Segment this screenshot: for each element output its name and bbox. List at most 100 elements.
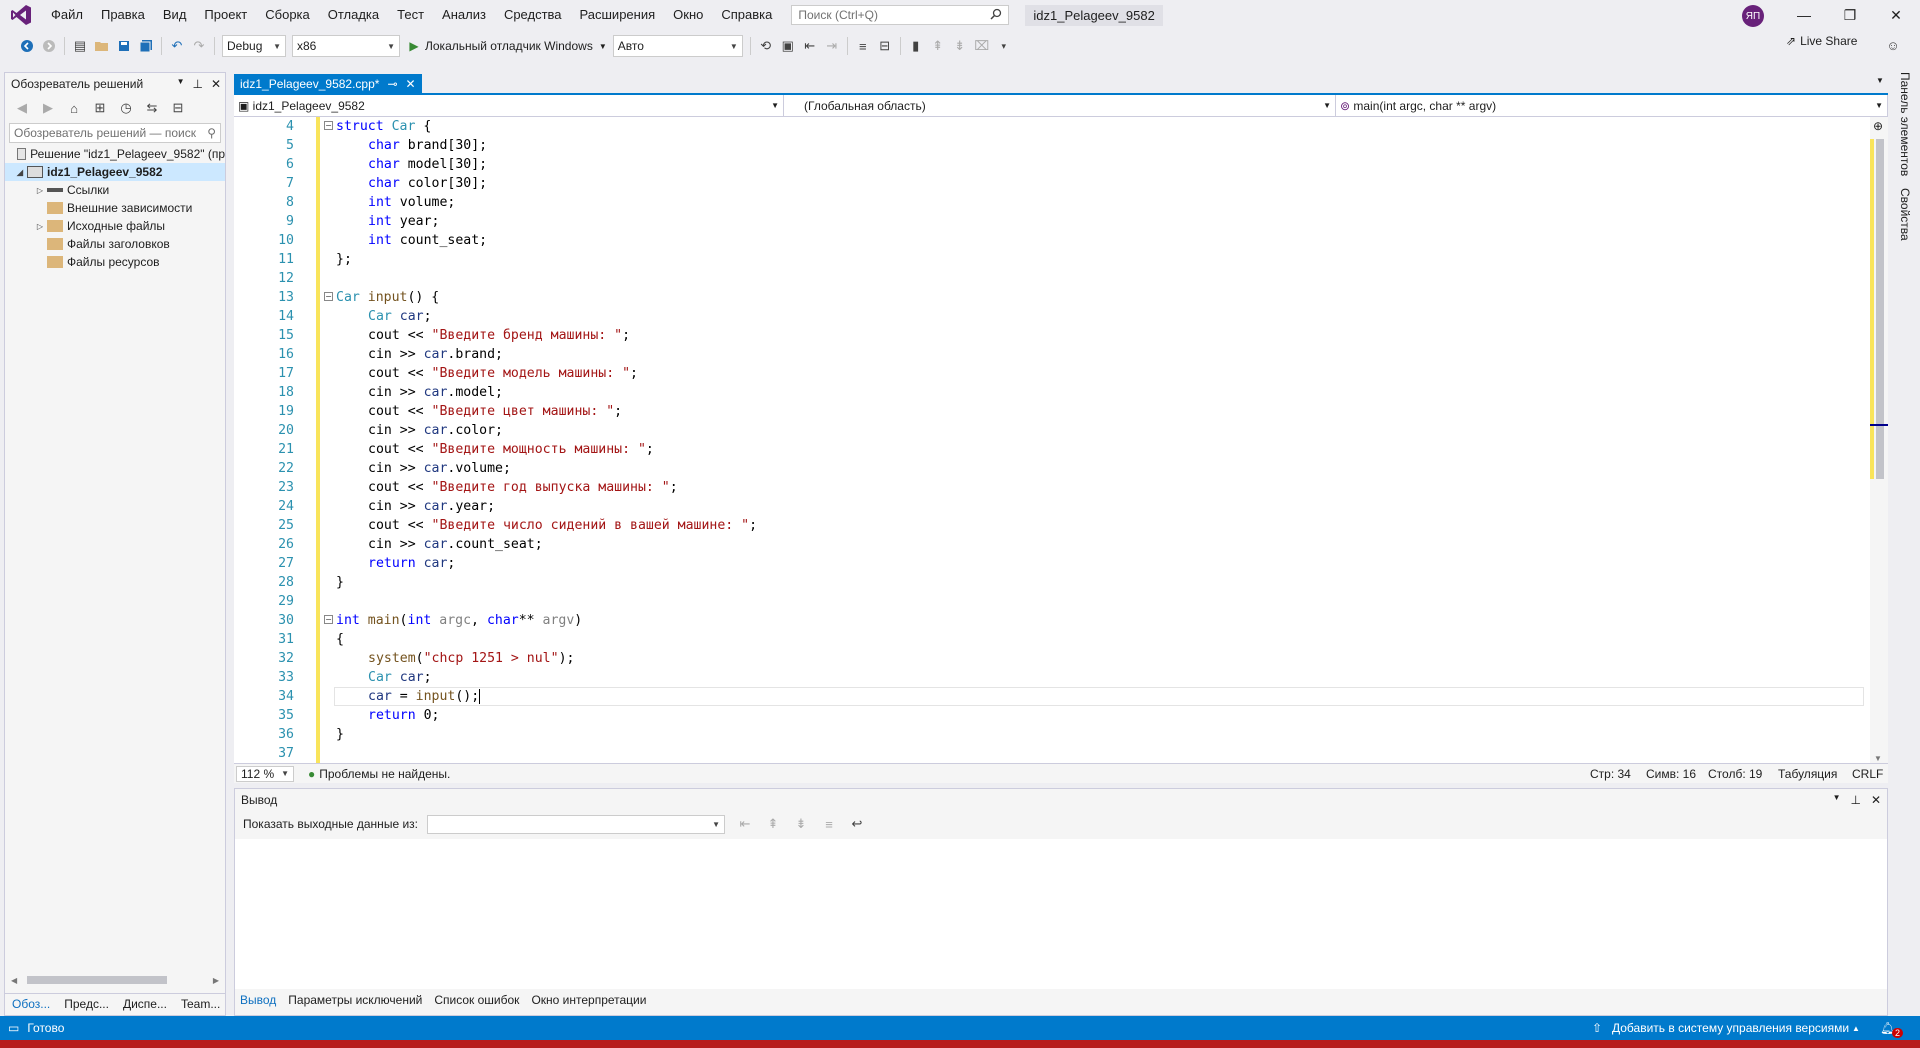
tab-immediate-window[interactable]: Окно интерпретации <box>525 990 652 1012</box>
chevron-down-icon[interactable]: ▼ <box>599 42 607 51</box>
sync-icon[interactable]: ⇆ <box>141 97 163 119</box>
fold-icon[interactable]: − <box>324 121 333 130</box>
member-nav-select[interactable]: ⊚ main(int argc, char ** argv) ▼ <box>1336 95 1888 116</box>
menu-tools[interactable]: Средства <box>495 0 571 30</box>
forward-icon[interactable] <box>38 35 60 57</box>
toolbar-options-icon[interactable]: ▾ <box>993 35 1015 57</box>
menu-window[interactable]: Окно <box>664 0 712 30</box>
collapse-all-icon[interactable]: ⊟ <box>167 97 189 119</box>
fold-icon[interactable]: − <box>324 615 333 624</box>
source-control-button[interactable]: Добавить в систему управления версиями <box>1612 1021 1849 1035</box>
redo-icon[interactable]: ↷ <box>188 35 210 57</box>
output-source-select[interactable]: ▼ <box>426 814 725 834</box>
step-over-icon[interactable]: ⇥ <box>821 35 843 57</box>
tab-overflow-icon[interactable]: ▼ <box>1876 76 1884 85</box>
scrollbar-thumb[interactable] <box>27 976 168 984</box>
horizontal-scrollbar[interactable]: ◀ ▶ <box>11 975 219 985</box>
forward-icon[interactable]: ▶ <box>37 97 59 119</box>
tree-item-headers[interactable]: Файлы заголовков <box>5 235 225 253</box>
save-all-icon[interactable] <box>135 35 157 57</box>
solution-config-select[interactable]: Авто ▼ <box>612 35 743 57</box>
debugger-button[interactable]: Локальный отладчик Windows <box>425 39 593 53</box>
fold-icon[interactable]: − <box>324 292 333 301</box>
avatar[interactable]: ЯП <box>1742 5 1764 27</box>
pin-icon[interactable]: ⊥ <box>1850 793 1860 807</box>
menu-edit[interactable]: Правка <box>92 0 154 30</box>
solution-search-input[interactable]: Обозреватель решений — поиск ⚲ <box>9 123 221 143</box>
code-editor[interactable]: 4− struct Car { 5 char brand[30]; 6 char mo… <box>234 117 1870 763</box>
prev-message-icon[interactable]: ⇞ <box>762 813 784 835</box>
menu-view[interactable]: Вид <box>154 0 196 30</box>
window-position-icon[interactable]: ▼ <box>1833 793 1841 807</box>
close-icon[interactable]: ✕ <box>1871 793 1881 807</box>
tab-solution-explorer[interactable]: Обоз... <box>5 994 57 1015</box>
menu-test[interactable]: Тест <box>388 0 433 30</box>
word-wrap-icon[interactable]: ↩ <box>846 813 868 835</box>
camera-icon[interactable]: ▣ <box>777 35 799 57</box>
undo-icon[interactable]: ↶ <box>166 35 188 57</box>
chevron-up-icon[interactable]: ▲ <box>1852 1024 1860 1033</box>
tree-item-references[interactable]: ▷ Ссылки <box>5 181 225 199</box>
menu-analyze[interactable]: Анализ <box>433 0 495 30</box>
scroll-down-icon[interactable]: ▼ <box>1874 754 1882 763</box>
back-icon[interactable]: ◀ <box>11 97 33 119</box>
issues-status[interactable]: Проблемы не найдены. <box>319 767 450 781</box>
restore-button[interactable]: ❐ <box>1827 0 1873 30</box>
configuration-select[interactable]: Debug ▼ <box>222 35 286 57</box>
search-input[interactable]: Поиск (Ctrl+Q) <box>791 5 1010 25</box>
scope-nav-select[interactable]: (Глобальная область) ▼ <box>784 95 1336 116</box>
collapsed-triangle-icon[interactable]: ▷ <box>33 222 47 231</box>
live-share-button[interactable]: ⇗ Live Share <box>1786 34 1857 48</box>
tab-property-manager[interactable]: Диспе... <box>116 994 174 1015</box>
comment-icon[interactable]: ⊟ <box>874 35 896 57</box>
tab-class-view[interactable]: Предс... <box>57 994 116 1015</box>
start-debugging-icon[interactable]: ▶ <box>403 35 425 57</box>
step-icon[interactable]: ⇤ <box>799 35 821 57</box>
back-icon[interactable] <box>16 35 38 57</box>
home-icon[interactable]: ⌂ <box>63 97 85 119</box>
tab-exception-settings[interactable]: Параметры исключений <box>282 990 428 1012</box>
new-project-icon[interactable]: ▤ <box>69 35 91 57</box>
tab-output[interactable]: Вывод <box>234 990 282 1012</box>
next-bookmark-icon[interactable]: ⇟ <box>949 35 971 57</box>
tab-error-list[interactable]: Список ошибок <box>428 990 525 1012</box>
clear-bookmarks-icon[interactable]: ⌧ <box>971 35 993 57</box>
prev-bookmark-icon[interactable]: ⇞ <box>927 35 949 57</box>
close-button[interactable]: ✕ <box>1873 0 1919 30</box>
tree-item-resources[interactable]: Файлы ресурсов <box>5 253 225 271</box>
close-tab-icon[interactable]: ✕ <box>406 77 416 91</box>
pending-changes-icon[interactable]: ◷ <box>115 97 137 119</box>
open-folder-icon[interactable] <box>91 35 113 57</box>
close-icon[interactable]: ✕ <box>211 77 221 91</box>
output-text-area[interactable] <box>235 839 1887 989</box>
menu-build[interactable]: Сборка <box>256 0 319 30</box>
tree-item-external[interactable]: Внешние зависимости <box>5 199 225 217</box>
menu-help[interactable]: Справка <box>712 0 781 30</box>
collapsed-triangle-icon[interactable]: ▷ <box>33 186 47 195</box>
platform-select[interactable]: x86 ▼ <box>292 35 400 57</box>
toolbox-tab[interactable]: Панель элементов <box>1898 72 1912 176</box>
document-tab[interactable]: idz1_Pelageev_9582.cpp* ⊸ ✕ <box>234 74 422 94</box>
feedback-icon[interactable]: ☺ <box>1882 34 1904 56</box>
project-node[interactable]: ◢ idz1_Pelageev_9582 <box>5 163 225 181</box>
pin-icon[interactable]: ⊸ <box>387 77 397 91</box>
properties-tab[interactable]: Свойства <box>1898 188 1912 241</box>
scrollbar-thumb[interactable] <box>1876 139 1884 479</box>
expanded-triangle-icon[interactable]: ◢ <box>13 168 27 177</box>
split-editor-icon[interactable]: ⊕ <box>1873 119 1883 133</box>
window-position-icon[interactable]: ▼ <box>177 77 185 91</box>
next-message-icon[interactable]: ⇟ <box>790 813 812 835</box>
minimize-button[interactable]: — <box>1781 0 1827 30</box>
find-message-icon[interactable]: ⇤ <box>734 813 756 835</box>
tabs-indicator[interactable]: Табуляция <box>1778 767 1837 781</box>
clear-all-icon[interactable]: ≡ <box>818 813 840 835</box>
switch-views-icon[interactable]: ⊞ <box>89 97 111 119</box>
zoom-select[interactable]: 112 % ▼ <box>236 765 294 782</box>
menu-project[interactable]: Проект <box>195 0 256 30</box>
menu-debug[interactable]: Отладка <box>319 0 388 30</box>
bookmark-icon[interactable]: ▮ <box>905 35 927 57</box>
project-nav-select[interactable]: ▣ idz1_Pelageev_9582 ▼ <box>234 95 784 116</box>
align-left-icon[interactable]: ≡ <box>852 35 874 57</box>
vertical-scrollbar[interactable]: ⊕ ▼ <box>1870 117 1888 763</box>
tree-item-sources[interactable]: ▷ Исходные файлы <box>5 217 225 235</box>
